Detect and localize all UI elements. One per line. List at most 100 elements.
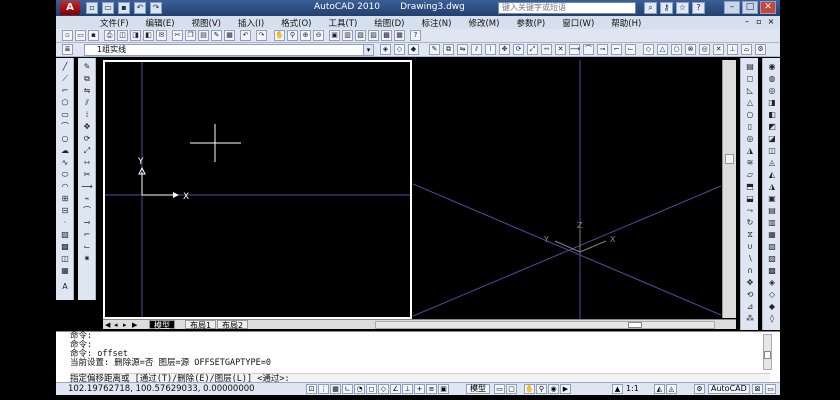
chamfer-tool-icon[interactable]: ⌐ bbox=[81, 230, 93, 240]
qnew-icon[interactable]: ▫ bbox=[62, 30, 73, 41]
binoculars-icon[interactable]: ⌕ bbox=[644, 2, 657, 14]
infer-constraints-icon[interactable]: ⊡ bbox=[306, 384, 317, 394]
extrude-faces-icon[interactable]: ◨ bbox=[766, 98, 778, 108]
help-tool-icon[interactable]: ? bbox=[410, 30, 421, 41]
close-icon[interactable]: ✕ bbox=[760, 1, 776, 14]
3d-rotate-icon[interactable]: ⟲ bbox=[744, 290, 756, 300]
erase-icon[interactable]: ✎ bbox=[429, 44, 440, 55]
menu-tools[interactable]: 工具(T) bbox=[328, 17, 357, 29]
star-icon[interactable]: ☆ bbox=[676, 2, 689, 14]
multiline-text-icon[interactable]: A bbox=[59, 282, 71, 292]
redo-icon[interactable]: ↷ bbox=[150, 2, 162, 14]
fillet-tool-icon[interactable]: ⌙ bbox=[81, 242, 93, 252]
tab-model[interactable]: 模型 bbox=[149, 320, 175, 330]
cut-icon[interactable]: ✂ bbox=[172, 30, 183, 41]
intersect-icon[interactable]: ∩ bbox=[744, 266, 756, 276]
extrude-icon[interactable]: ⬒ bbox=[744, 182, 756, 192]
intersect-edit-icon[interactable]: ◎ bbox=[766, 86, 778, 96]
move-tool-icon[interactable]: ✥ bbox=[81, 122, 93, 132]
zoom-realtime-icon[interactable]: ⚲ bbox=[287, 30, 298, 41]
snap-settings-icon[interactable]: ⚙ bbox=[755, 44, 766, 55]
wedge-icon[interactable]: ◺ bbox=[744, 86, 756, 96]
3d-object-snap-icon[interactable]: ◇ bbox=[378, 384, 389, 394]
last-tab-icon[interactable]: ▶ bbox=[132, 321, 137, 329]
dynamic-input-icon[interactable]: + bbox=[414, 384, 425, 394]
workspace-switching-icon[interactable]: ⚙ bbox=[694, 384, 705, 394]
match-properties-icon[interactable]: ✎ bbox=[211, 30, 222, 41]
trim-tool-icon[interactable]: ✂ bbox=[81, 170, 93, 180]
line-icon[interactable]: ╱ bbox=[59, 62, 71, 72]
arc-icon[interactable]: ⌒ bbox=[59, 122, 71, 132]
stretch-tool-icon[interactable]: ⇿ bbox=[81, 158, 93, 168]
dynamic-ucs-icon[interactable]: ⊥ bbox=[402, 384, 413, 394]
quickcalc-icon[interactable]: ▦ bbox=[394, 30, 405, 41]
clean-screen-icon[interactable]: ▭ bbox=[765, 384, 776, 394]
offset-tool-icon[interactable]: ⫽ bbox=[81, 98, 93, 108]
save-icon[interactable]: ▪ bbox=[118, 2, 130, 14]
3d-array-icon[interactable]: ⁂ bbox=[744, 314, 756, 324]
ortho-mode-icon[interactable]: ∟ bbox=[342, 384, 353, 394]
copy-edges-icon[interactable]: ▣ bbox=[766, 194, 778, 204]
snap-perpendicular-icon[interactable]: ⊥ bbox=[727, 44, 738, 55]
next-tab-icon[interactable]: ▸ bbox=[123, 321, 127, 329]
slice-icon[interactable]: ◈ bbox=[766, 278, 778, 288]
prev-tab-icon[interactable]: ◂ bbox=[114, 321, 118, 329]
object-snap-tracking-icon[interactable]: ∠ bbox=[390, 384, 401, 394]
region-icon[interactable]: ◫ bbox=[59, 254, 71, 264]
doc-restore-icon[interactable]: ▫ bbox=[754, 17, 764, 27]
planar-surface-icon[interactable]: ▱ bbox=[744, 170, 756, 180]
maximize-icon[interactable]: □ bbox=[742, 1, 758, 14]
3d-dwf-icon[interactable]: ◧ bbox=[143, 30, 154, 41]
vertical-scrollbar[interactable] bbox=[722, 60, 736, 318]
imprint-icon[interactable]: ▥ bbox=[766, 218, 778, 228]
help-icon[interactable]: ? bbox=[692, 2, 705, 14]
break-point-icon[interactable]: ⌁ bbox=[81, 194, 93, 204]
model-space-button[interactable]: 模型 bbox=[466, 384, 490, 394]
fillet-icon[interactable]: ⌙ bbox=[625, 44, 636, 55]
trim-icon[interactable]: ✕ bbox=[555, 44, 566, 55]
menu-view[interactable]: 视图(V) bbox=[192, 17, 221, 29]
doc-close-icon[interactable]: × bbox=[766, 17, 776, 27]
layer-previous-icon[interactable]: ◇ bbox=[394, 44, 405, 55]
right-viewport[interactable]: Z Y X bbox=[412, 60, 722, 319]
snap-endpoint-icon[interactable]: ◇ bbox=[643, 44, 654, 55]
copy-object-icon[interactable]: ⧉ bbox=[443, 44, 454, 55]
union-edit-icon[interactable]: ◉ bbox=[766, 62, 778, 72]
3d-move-icon[interactable]: ✥ bbox=[744, 278, 756, 288]
quick-view-drawings-icon[interactable]: ▢ bbox=[506, 384, 517, 394]
presspull-icon[interactable]: ⬓ bbox=[744, 194, 756, 204]
snap-node-icon[interactable]: ⊗ bbox=[685, 44, 696, 55]
clean-icon[interactable]: ▦ bbox=[766, 230, 778, 240]
array-tool-icon[interactable]: ⁞ bbox=[81, 110, 93, 120]
annotation-scale-icon[interactable]: ▲ bbox=[612, 384, 623, 394]
quick-view-layouts-icon[interactable]: ▭ bbox=[494, 384, 505, 394]
scale-icon[interactable]: ⤢ bbox=[527, 44, 538, 55]
union-icon[interactable]: ∪ bbox=[744, 242, 756, 252]
pan-icon[interactable]: ✋ bbox=[274, 30, 285, 41]
join-tool-icon[interactable]: ⊸ bbox=[81, 218, 93, 228]
menu-insert[interactable]: 插入(I) bbox=[238, 17, 264, 29]
spline-icon[interactable]: ∿ bbox=[59, 158, 71, 168]
layer-manager-icon[interactable]: ≣ bbox=[62, 44, 73, 55]
lineweight-icon[interactable]: ≡ bbox=[426, 384, 437, 394]
box-icon[interactable]: ◻ bbox=[744, 74, 756, 84]
save-file-icon[interactable]: ▪ bbox=[88, 30, 99, 41]
design-center-icon[interactable]: ▥ bbox=[342, 30, 353, 41]
layer-state-icon[interactable]: ◆ bbox=[408, 44, 419, 55]
command-scrollbar[interactable] bbox=[763, 334, 772, 370]
copy-icon[interactable]: ❐ bbox=[185, 30, 196, 41]
polysolid-icon[interactable]: ▤ bbox=[744, 62, 756, 72]
break-tool-icon[interactable]: ⌒ bbox=[81, 206, 93, 216]
menu-format[interactable]: 格式(O) bbox=[281, 17, 311, 29]
move-icon[interactable]: ✥ bbox=[499, 44, 510, 55]
offset-faces-icon[interactable]: ◩ bbox=[766, 122, 778, 132]
tool-palettes-icon[interactable]: ▧ bbox=[355, 30, 366, 41]
horizontal-scrollbar-thumb[interactable] bbox=[628, 322, 642, 328]
snap-intersection-icon[interactable]: ✕ bbox=[713, 44, 724, 55]
erase-tool-icon[interactable]: ✎ bbox=[81, 62, 93, 72]
rotate-icon[interactable]: ⟳ bbox=[513, 44, 524, 55]
paste-icon[interactable]: ▤ bbox=[198, 30, 209, 41]
plot-icon[interactable]: ⎙ bbox=[104, 30, 115, 41]
chamfer-icon[interactable]: ⌐ bbox=[611, 44, 622, 55]
polyline-icon[interactable]: ⌐ bbox=[59, 86, 71, 96]
